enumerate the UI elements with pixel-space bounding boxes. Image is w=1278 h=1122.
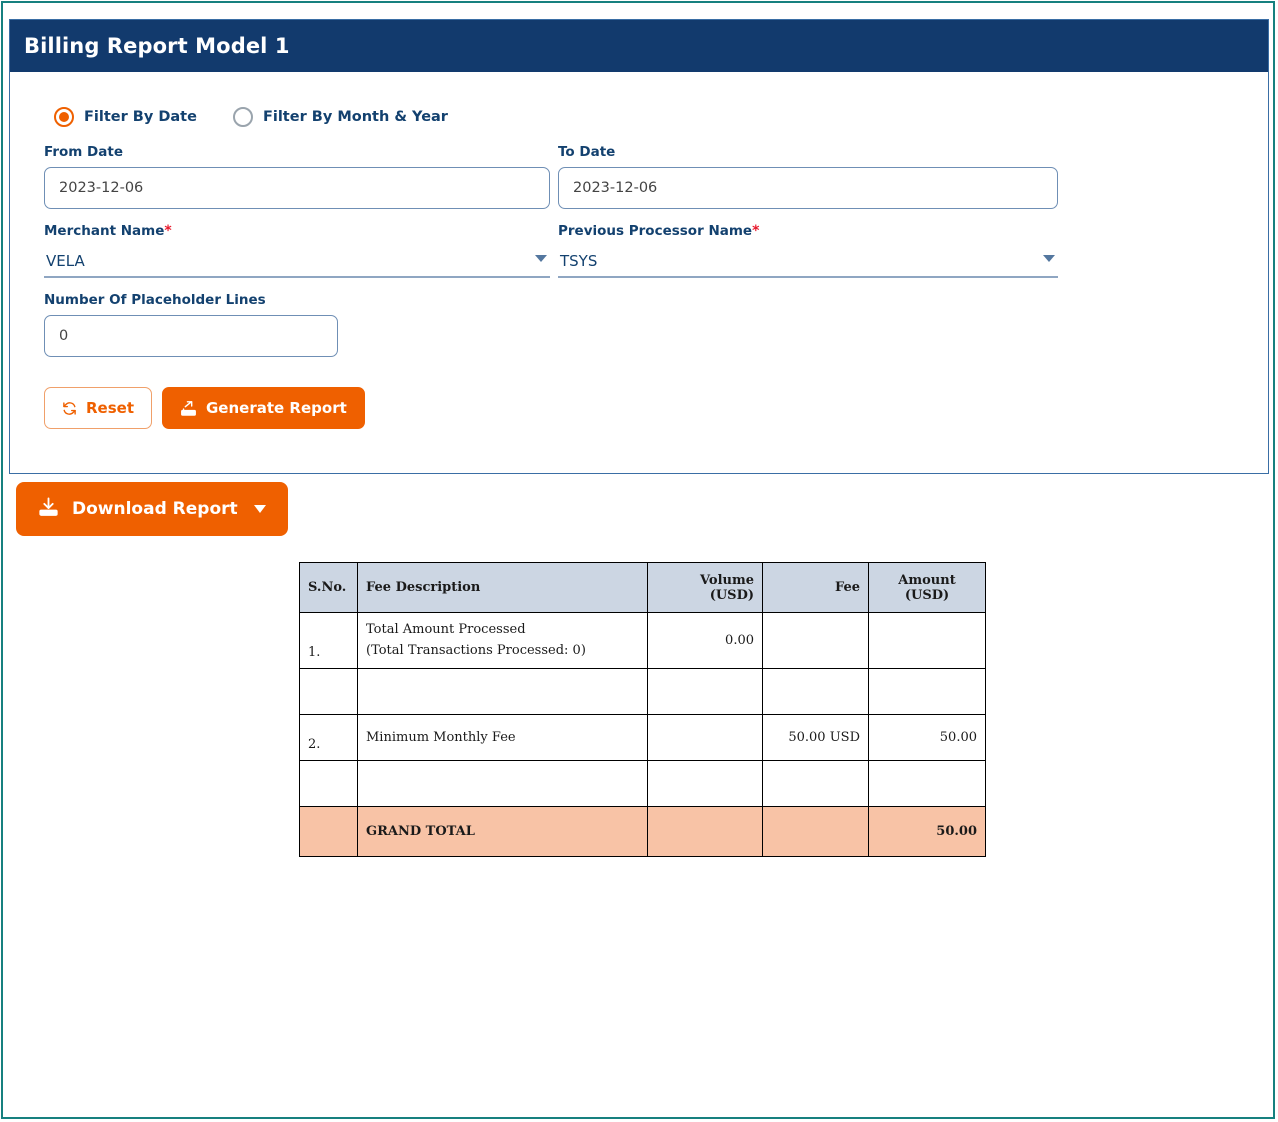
page-frame: Billing Report Model 1 Filter By Date Fi… [1,1,1275,1119]
cell-volume [648,669,763,715]
column-header-amount: Amount (USD) [869,563,986,613]
cell-volume [648,761,763,807]
cell-amount [869,669,986,715]
cell-volume: 0.00 [648,613,763,669]
cell-fee [763,613,869,669]
radio-filter-by-date-label: Filter By Date [84,109,197,125]
table-row [300,761,986,807]
form-actions: Reset Generate Report [44,387,1242,429]
placeholder-lines-group: Number Of Placeholder Lines [44,292,338,357]
chevron-down-icon [535,255,547,262]
column-header-volume: Volume (USD) [648,563,763,613]
merchant-name-select[interactable]: VELA [44,246,550,278]
filter-mode-radio-group: Filter By Date Filter By Month & Year [54,104,1242,130]
table-row: 2. Minimum Monthly Fee 50.00 USD 50.00 [300,715,986,761]
radio-filter-by-month-year-label: Filter By Month & Year [263,109,448,125]
placeholder-lines-input[interactable] [44,315,338,357]
select-field-row: Merchant Name* VELA Previous Processor N… [36,223,1242,278]
merchant-name-selected-value: VELA [44,252,85,270]
table-row [300,669,986,715]
chevron-down-icon [1043,255,1055,262]
table-header: S.No. Fee Description Volume (USD) Fee A… [300,563,986,613]
date-field-row: From Date To Date [36,144,1242,209]
merchant-name-label-text: Merchant Name [44,223,164,239]
card-body: Filter By Date Filter By Month & Year Fr… [10,72,1268,429]
generate-report-button[interactable]: Generate Report [162,387,365,429]
to-date-group: To Date [558,144,1058,209]
cell-fee: 50.00 USD [763,715,869,761]
previous-processor-name-group: Previous Processor Name* TSYS [558,223,1058,278]
radio-checked-icon [54,107,74,127]
cell-grand-total-fee [763,807,869,857]
table-row: 1. Total Amount Processed (Total Transac… [300,613,986,669]
cell-sno [300,761,358,807]
from-date-input[interactable] [44,167,550,209]
cell-fee [763,761,869,807]
cell-sno: 1. [300,613,358,669]
to-date-label: To Date [558,144,1058,160]
previous-processor-name-label: Previous Processor Name* [558,223,1058,239]
cell-grand-total-label: GRAND TOTAL [358,807,648,857]
cell-sno [300,669,358,715]
radio-unchecked-icon [233,107,253,127]
chevron-down-icon [254,505,266,513]
cell-grand-total-sno [300,807,358,857]
cell-volume [648,715,763,761]
download-report-button[interactable]: Download Report [16,482,288,536]
table-body: 1. Total Amount Processed (Total Transac… [300,613,986,857]
cell-fee-description-line1: Total Amount Processed [366,620,639,640]
radio-filter-by-date[interactable]: Filter By Date [54,107,197,127]
column-header-fee-description: Fee Description [358,563,648,613]
from-date-group: From Date [44,144,550,209]
merchant-name-required-marker: * [164,223,171,239]
table-header-row: S.No. Fee Description Volume (USD) Fee A… [300,563,986,613]
cell-grand-total-volume [648,807,763,857]
refresh-icon [62,401,77,416]
download-report-button-label: Download Report [72,499,238,519]
cell-fee-description: Total Amount Processed (Total Transactio… [358,613,648,669]
export-tray-icon [180,400,197,417]
previous-processor-name-select[interactable]: TSYS [558,246,1058,278]
cell-fee-description [358,761,648,807]
billing-report-table: S.No. Fee Description Volume (USD) Fee A… [299,562,986,857]
from-date-label: From Date [44,144,550,160]
column-header-sno: S.No. [300,563,358,613]
generate-report-button-label: Generate Report [206,399,347,417]
cell-amount: 50.00 [869,715,986,761]
cell-sno: 2. [300,715,358,761]
radio-filter-by-month-year[interactable]: Filter By Month & Year [233,107,448,127]
placeholder-lines-row: Number Of Placeholder Lines [36,292,1242,357]
cell-grand-total-amount: 50.00 [869,807,986,857]
cell-fee [763,669,869,715]
merchant-name-group: Merchant Name* VELA [44,223,550,278]
cell-fee-description: Minimum Monthly Fee [358,715,648,761]
cell-fee-description-line2: (Total Transactions Processed: 0) [366,641,639,661]
cell-amount [869,613,986,669]
page-title: Billing Report Model 1 [24,34,290,58]
previous-processor-name-selected-value: TSYS [558,252,597,270]
reset-button[interactable]: Reset [44,387,152,429]
cell-fee-description [358,669,648,715]
grand-total-row: GRAND TOTAL 50.00 [300,807,986,857]
previous-processor-name-label-text: Previous Processor Name [558,223,752,239]
merchant-name-label: Merchant Name* [44,223,550,239]
previous-processor-name-required-marker: * [752,223,759,239]
column-header-fee: Fee [763,563,869,613]
card-header: Billing Report Model 1 [10,20,1268,72]
billing-report-form-card: Billing Report Model 1 Filter By Date Fi… [9,19,1269,474]
download-icon [38,496,59,522]
cell-amount [869,761,986,807]
placeholder-lines-label: Number Of Placeholder Lines [44,292,338,308]
to-date-input[interactable] [558,167,1058,209]
reset-button-label: Reset [86,399,134,417]
